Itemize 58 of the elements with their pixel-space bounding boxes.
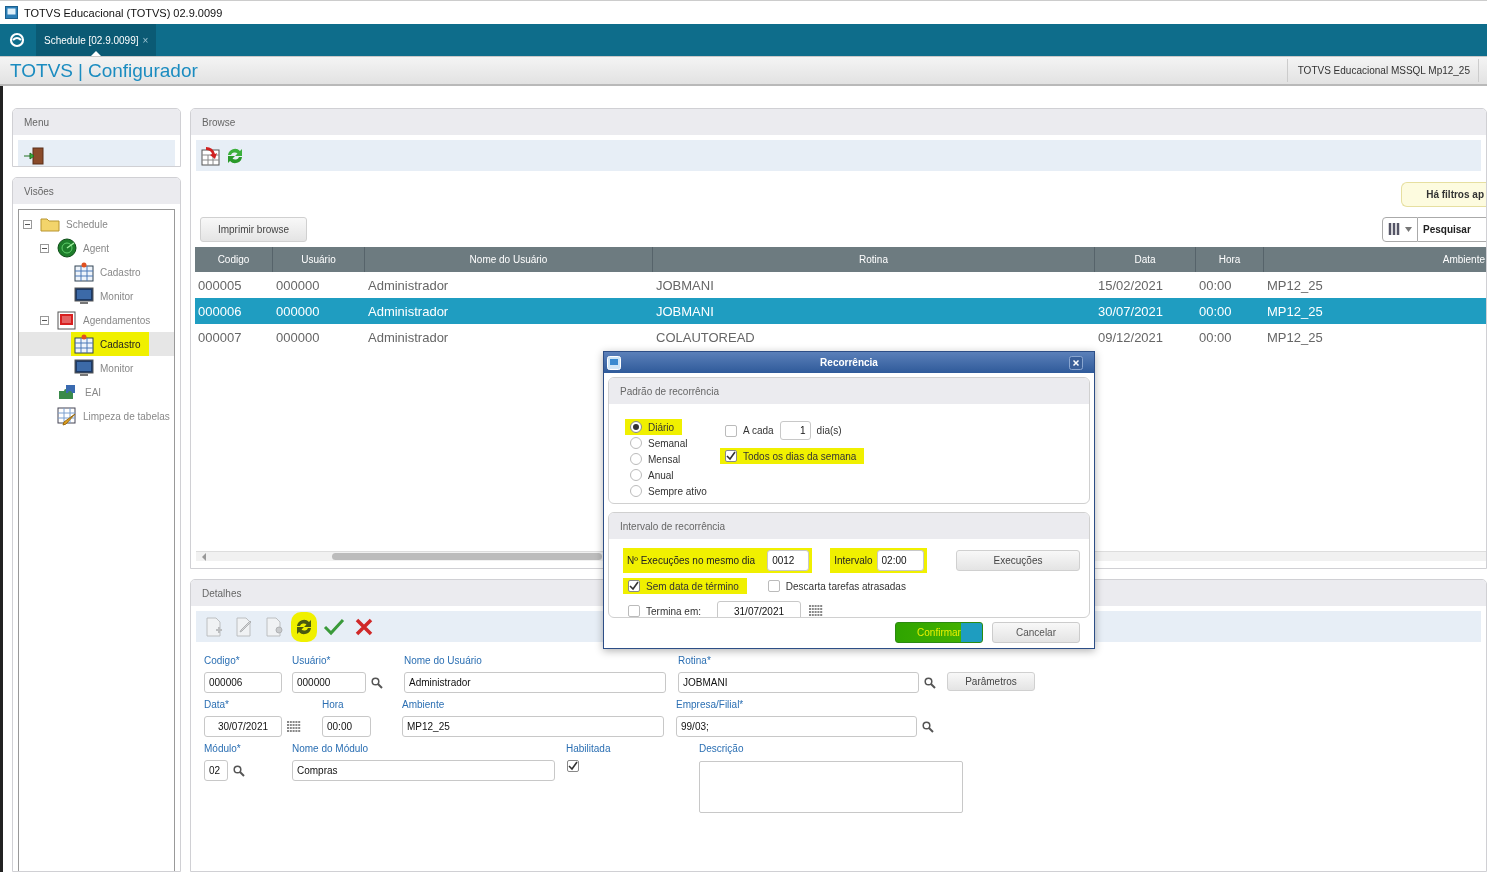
table-cell-text: 000000 [275,329,321,345]
table-cell-text: JOBMANI [655,277,715,293]
table-cell-text: Administrador [367,277,450,293]
table-cell-text: 00:00 [1198,329,1233,345]
option-label: Anual [648,469,674,481]
table-cell-text: COLAUTOREAD [655,329,756,345]
table-cell-text: 15/02/2021 [1097,277,1165,293]
option-label: Descarta tarefas atrasadas [785,580,906,592]
unit-label: dia(s) [816,425,842,436]
group-title: Intervalo de recorrência [609,513,1089,539]
panel-title: Browse [191,109,1486,135]
option-label: Sempre ativo [648,485,707,497]
field-label: Ambiente [402,698,446,712]
field-label: Empresa/Filial* [676,698,745,712]
brand-separator: | [78,59,83,82]
option-label: Todos os dias da semana [743,450,857,462]
table-cell-text: 09/12/2021 [1097,329,1165,345]
table-cell-text: 000006 [197,303,243,319]
field-label: Nome do Usuário [404,654,483,668]
option-label: Semanal [648,437,688,449]
option-label: Mensal [648,453,681,465]
dialog-title: Recorrência [819,357,879,368]
environment-label: TOTVS Educacional MSSQL Mp12_25 [1286,59,1479,82]
option-label: Diário [648,421,675,433]
option-label: A cada [743,425,774,436]
table-cell-text: 30/07/2021 [1097,303,1165,319]
option-label: Termina em: [646,605,701,617]
brand-name: TOTVS [10,59,73,82]
group-title: Padrão de recorrência [609,378,1089,404]
field-label: Nome do Módulo [292,742,370,756]
table-cell-text: 000000 [275,277,321,293]
table-cell-text: 000007 [197,329,243,345]
table-cell-text: MP12_25 [1266,277,1324,293]
panel-title: Visões [13,178,180,204]
field-label: Nº Execuções no mesmo dia [627,555,756,566]
table-cell-text: 00:00 [1198,303,1233,319]
field-label: Hora [322,698,345,712]
option-label: Sem data de término [646,580,739,592]
table-cell-text: 000000 [275,303,321,319]
field-label: Rotina* [678,654,712,668]
field-label: Data* [204,698,230,712]
field-label: Módulo* [204,742,242,756]
table-cell-text: JOBMANI [655,303,715,319]
table-cell-text: MP12_25 [1266,303,1324,319]
table-cell-text: Administrador [367,329,450,345]
field-label: Usuário* [292,654,332,668]
window-title: TOTVS Educacional (TOTVS) 02.9.0099 [24,6,223,19]
table-cell-text: MP12_25 [1266,329,1324,345]
tab-label: Schedule [02.9.0099] [44,34,139,46]
table-cell-text: 00:00 [1198,277,1233,293]
table-cell-text: Administrador [367,303,450,319]
app-title: Configurador [87,59,198,82]
field-label: Codigo* [204,654,241,668]
table-cell-text: 000005 [197,277,243,293]
panel-title: Menu [13,109,180,135]
field-label: Habilitada [566,742,612,756]
field-label: Descrição [699,742,745,756]
field-label: Intervalo [834,555,873,566]
